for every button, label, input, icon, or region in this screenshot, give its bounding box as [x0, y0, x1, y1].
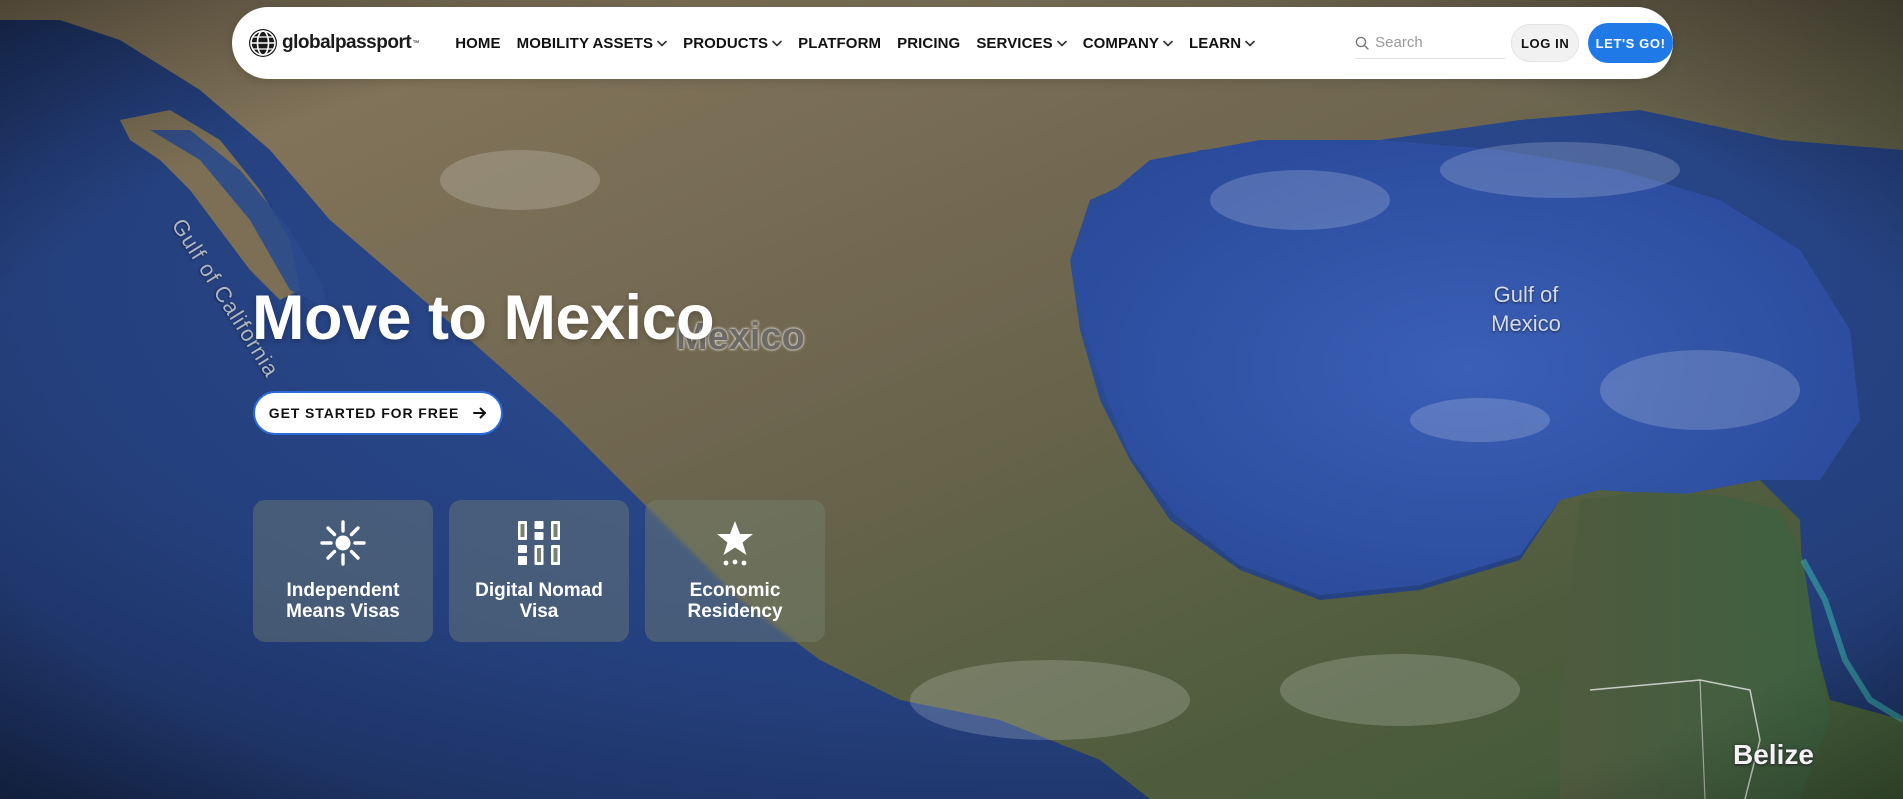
- card-label: Independent Means Visas: [286, 580, 400, 622]
- hero-title: Move to Mexico: [252, 283, 715, 353]
- sun-burst-icon: [320, 520, 366, 566]
- get-started-button[interactable]: GET STARTED FOR FREE: [253, 391, 503, 435]
- nav-item-services[interactable]: SERVICES: [976, 34, 1067, 52]
- card-label: Economic Residency: [687, 580, 783, 622]
- nav-item-label: MOBILITY ASSETS: [516, 34, 654, 52]
- nav-item-learn[interactable]: LEARN: [1189, 35, 1255, 52]
- brand-trademark: ™: [412, 39, 420, 47]
- card-independent-means-visas[interactable]: Independent Means Visas: [253, 500, 433, 642]
- nav-item-company[interactable]: COMPANY: [1083, 35, 1173, 52]
- globe-logo-icon: [249, 29, 277, 57]
- card-economic-residency[interactable]: Economic Residency: [645, 500, 825, 642]
- nav-item-home[interactable]: HOME: [455, 35, 500, 52]
- chevron-down-icon: [1245, 40, 1255, 47]
- search-icon[interactable]: [1355, 36, 1369, 50]
- card-label: Digital Nomad Visa: [475, 580, 603, 622]
- chevron-down-icon: [1056, 40, 1067, 47]
- nav-item-label: PRODUCTS: [683, 34, 769, 52]
- top-navbar: globalpassport ™ HOME MOBILITY ASSETS PROD…: [232, 7, 1673, 79]
- main-menu: HOME MOBILITY ASSETS PRODUCTS PLATFORM PRICI…: [455, 35, 1271, 52]
- search-input[interactable]: [1375, 34, 1506, 51]
- log-in-button[interactable]: LOG IN: [1511, 24, 1580, 62]
- arrow-right-icon: [473, 407, 487, 419]
- nav-item-label: SERVICES: [976, 34, 1053, 52]
- brand-logo[interactable]: globalpassport ™: [249, 29, 419, 57]
- lets-go-button[interactable]: LET'S GO!: [1588, 23, 1673, 63]
- nav-item-pricing[interactable]: PRICING: [897, 35, 960, 52]
- chevron-down-icon: [1163, 40, 1173, 47]
- grid-blocks-icon: [516, 520, 562, 566]
- nav-item-label: PLATFORM: [798, 34, 882, 52]
- nav-item-label: PRICING: [897, 34, 961, 52]
- nav-item-label: COMPANY: [1082, 34, 1159, 52]
- card-digital-nomad-visa[interactable]: Digital Nomad Visa: [449, 500, 629, 642]
- visa-cards: Independent Means Visas Digital Nomad Vi…: [253, 500, 841, 642]
- get-started-label: GET STARTED FOR FREE: [268, 405, 460, 421]
- nav-item-mobility-assets[interactable]: MOBILITY ASSETS: [517, 35, 668, 52]
- nav-item-products[interactable]: PRODUCTS: [683, 35, 782, 52]
- search-box: [1355, 28, 1506, 59]
- nav-item-label: HOME: [455, 34, 501, 52]
- star-icon: [712, 520, 758, 566]
- nav-item-label: LEARN: [1188, 34, 1242, 52]
- brand-name: globalpassport: [282, 32, 412, 53]
- chevron-down-icon: [772, 40, 782, 47]
- chevron-down-icon: [657, 40, 667, 47]
- nav-item-platform[interactable]: PLATFORM: [798, 35, 881, 52]
